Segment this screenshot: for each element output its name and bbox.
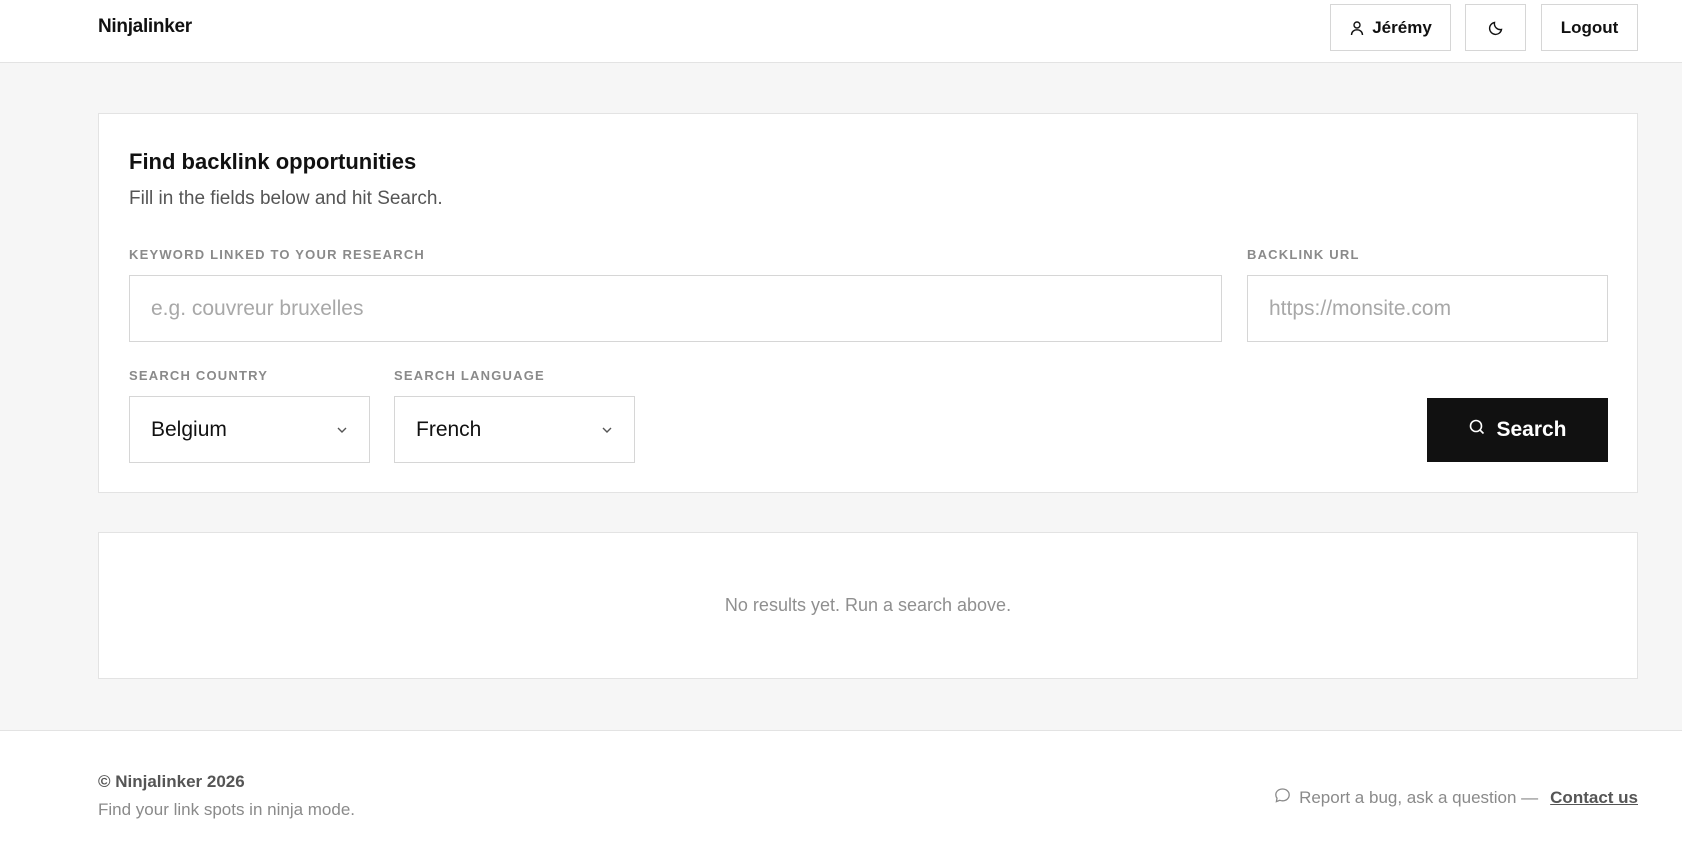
search-card-title: Find backlink opportunities [129,149,417,174]
country-label: SEARCH COUNTRY [129,368,269,383]
moon-icon [1488,20,1504,36]
language-selected-value: French [416,417,482,441]
country-selected-value: Belgium [151,417,227,441]
user-icon [1349,20,1365,36]
logout-button[interactable]: Logout [1541,4,1638,51]
chat-bubble-icon [1274,787,1291,809]
country-select[interactable]: Belgium [129,396,370,463]
chevron-down-icon [335,423,349,437]
user-profile-button[interactable]: Jérémy [1330,4,1451,51]
keyword-label: KEYWORD LINKED TO YOUR RESEARCH [129,247,426,262]
contact-us-link[interactable]: Contact us [1550,788,1638,808]
chevron-down-icon [600,423,614,437]
search-button[interactable]: Search [1427,398,1608,462]
user-name: Jérémy [1372,17,1432,37]
main-content: Find backlink opportunities Fill in the … [0,63,1682,730]
search-icon [1468,418,1486,442]
footer: © Ninjalinker 2026 Find your link spots … [0,730,1682,846]
brand-logo[interactable]: Ninjalinker [98,16,192,38]
footer-report-text: Report a bug, ask a question — [1299,788,1539,807]
search-card: Find backlink opportunities Fill in the … [98,113,1638,493]
search-card-subtitle: Fill in the fields below and hit Search. [129,188,443,209]
language-select[interactable]: French [394,396,635,463]
results-card: No results yet. Run a search above. [98,532,1638,679]
search-button-label: Search [1496,418,1567,441]
language-label: SEARCH LANGUAGE [394,368,545,383]
theme-toggle-button[interactable] [1465,4,1526,51]
results-empty-message: No results yet. Run a search above. [724,595,1012,615]
top-navbar: Ninjalinker Jérémy Logout [0,0,1682,63]
footer-contact-row: Report a bug, ask a question — Contact u… [1274,787,1638,809]
footer-copyright: © Ninjalinker 2026 [98,772,245,791]
backlink-url-label: BACKLINK URL [1247,247,1360,262]
keyword-input[interactable] [129,275,1222,342]
footer-tagline: Find your link spots in ninja mode. [98,800,356,819]
backlink-url-input[interactable] [1247,275,1608,342]
